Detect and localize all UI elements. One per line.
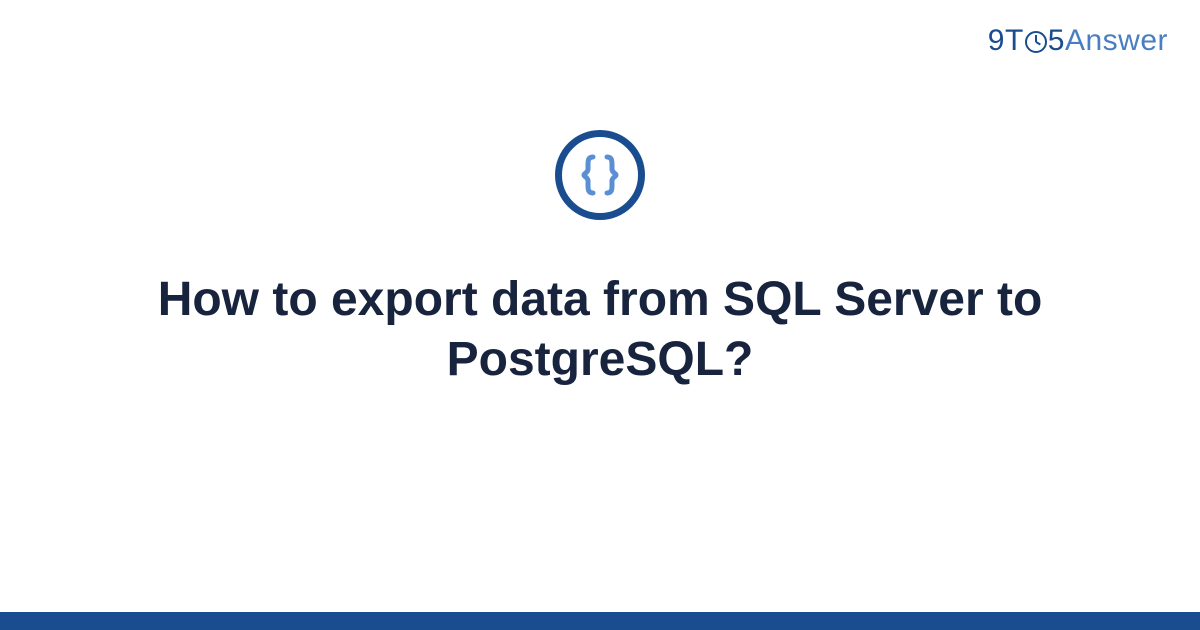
bottom-accent-bar	[0, 612, 1200, 630]
logo-t: T	[1005, 24, 1024, 57]
braces-svg	[576, 151, 624, 199]
page-title: How to export data from SQL Server to Po…	[150, 270, 1050, 390]
logo-nine: 9	[988, 24, 1005, 57]
logo-five: 5	[1048, 24, 1065, 57]
clock-icon	[1025, 31, 1047, 53]
main-content: How to export data from SQL Server to Po…	[0, 130, 1200, 390]
curly-braces-icon	[555, 130, 645, 220]
logo-answer: Answer	[1065, 24, 1168, 57]
site-logo: 9T5Answer	[988, 24, 1168, 58]
